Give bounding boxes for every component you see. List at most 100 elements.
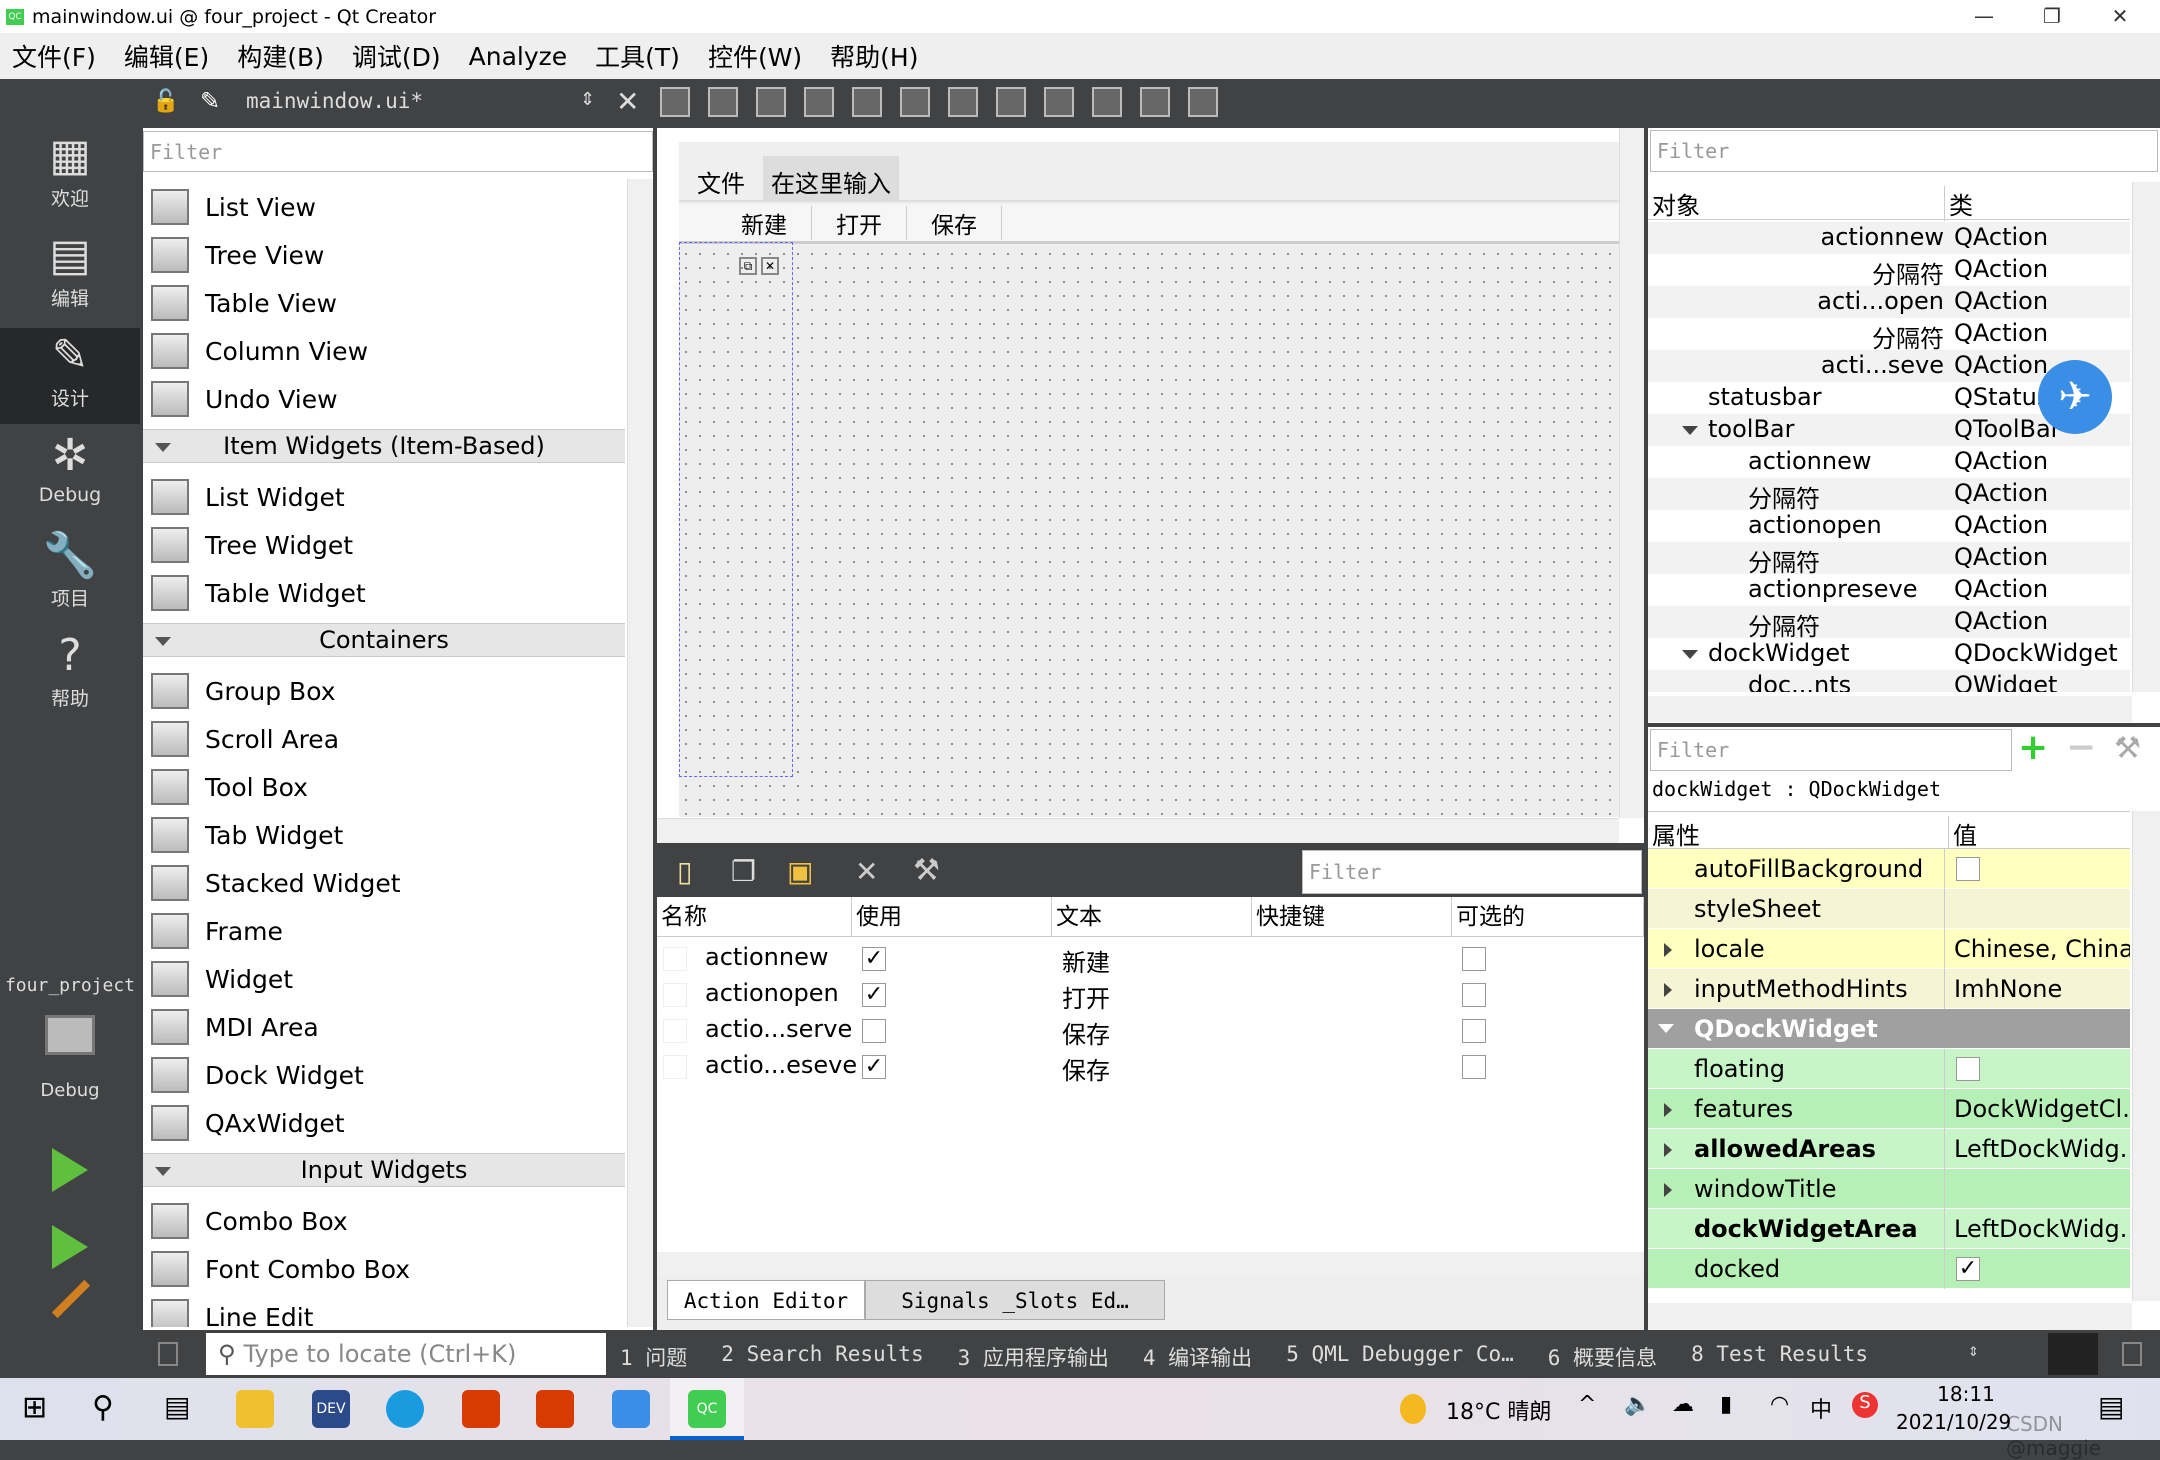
action-row[interactable]: actionnew ✓ 新建 xyxy=(657,941,1644,977)
widget-item[interactable]: Stacked Widget xyxy=(143,859,625,907)
weather-text[interactable]: 18°C 晴朗 xyxy=(1446,1394,1551,1426)
menu-item[interactable]: 控件(W) xyxy=(708,38,802,74)
delete-action-icon[interactable]: ✕ xyxy=(855,855,878,888)
widget-item[interactable]: Table View xyxy=(143,279,625,327)
form-menu-type-here[interactable]: 在这里输入 xyxy=(763,156,899,200)
expand-arrow-icon[interactable] xyxy=(1664,943,1672,957)
toggle-right-sidebar-icon[interactable] xyxy=(2122,1342,2142,1366)
floating-assistant-icon[interactable]: ✈ xyxy=(2038,360,2112,434)
monitor-icon[interactable] xyxy=(45,1015,95,1055)
object-row[interactable]: dockWidget QDockWidget xyxy=(1648,638,2130,670)
output-pane-button[interactable]: 2 Search Results xyxy=(721,1342,923,1372)
mode-wrench[interactable]: 🔧 项目 xyxy=(0,528,140,624)
wifi-icon[interactable]: ◠ xyxy=(1770,1392,1789,1417)
property-row[interactable]: styleSheet xyxy=(1648,889,2130,929)
widget-item[interactable]: List Widget xyxy=(143,473,625,521)
property-row[interactable]: floating xyxy=(1648,1049,2130,1089)
widget-item[interactable]: Combo Box xyxy=(143,1197,625,1245)
property-row[interactable]: locale Chinese, China xyxy=(1648,929,2130,969)
widget-item[interactable]: Frame xyxy=(143,907,625,955)
close-button[interactable]: ✕ xyxy=(2086,0,2154,33)
widget-category[interactable]: Input Widgets xyxy=(143,1153,625,1187)
kit-project-name[interactable]: four_project xyxy=(0,975,140,996)
object-filter-input[interactable]: Filter xyxy=(1650,130,2158,172)
copy-action-icon[interactable]: ❐ xyxy=(731,855,756,888)
form-hscrollbar[interactable] xyxy=(657,818,1619,843)
kit-build-config[interactable]: Debug xyxy=(0,1080,140,1101)
office-icon[interactable] xyxy=(462,1390,500,1428)
output-pane-button[interactable]: 1 问题 xyxy=(620,1342,687,1372)
expand-arrow-icon[interactable] xyxy=(1664,1143,1672,1157)
property-value[interactable]: DockWidgetCl... xyxy=(1954,1095,2130,1123)
edge-icon[interactable] xyxy=(386,1390,424,1428)
qt-creator-taskbar-button[interactable]: QC xyxy=(670,1378,744,1440)
break-layout-icon[interactable] xyxy=(1140,87,1170,117)
action-used-checkbox[interactable]: ✓ xyxy=(862,947,886,971)
column-object[interactable]: 对象 xyxy=(1652,186,1700,221)
widget-category[interactable]: Containers xyxy=(143,623,625,657)
object-row[interactable]: doc...nts QWidget xyxy=(1648,670,2130,692)
office-icon-2[interactable] xyxy=(536,1390,574,1428)
menu-item[interactable]: 工具(T) xyxy=(595,38,680,74)
expand-arrow-icon[interactable] xyxy=(1682,426,1698,435)
property-row[interactable]: inputMethodHints ImhNone xyxy=(1648,969,2130,1009)
tab-action-editor[interactable]: Action Editor xyxy=(667,1280,865,1320)
file-explorer-icon[interactable] xyxy=(236,1390,274,1428)
property-checkbox[interactable] xyxy=(1956,1057,1980,1081)
clock-date[interactable]: 2021/10/29 xyxy=(1896,1410,2011,1434)
adjust-size-icon[interactable] xyxy=(1188,87,1218,117)
property-row[interactable]: features DockWidgetCl... xyxy=(1648,1089,2130,1129)
file-switch-arrows-icon[interactable]: ⇕ xyxy=(580,89,595,110)
action-checkable-checkbox[interactable] xyxy=(1462,1055,1486,1079)
widget-item[interactable]: MDI Area xyxy=(143,1003,625,1051)
property-row[interactable]: QDockWidget xyxy=(1648,1009,2130,1049)
property-value[interactable]: LeftDockWidg... xyxy=(1954,1135,2130,1163)
debug-run-icon[interactable] xyxy=(52,1225,88,1269)
object-vscrollbar[interactable] xyxy=(2132,182,2160,692)
layout-grid-icon[interactable] xyxy=(1092,87,1122,117)
widget-item[interactable]: Font Combo Box xyxy=(143,1245,625,1293)
widget-list-scrollbar[interactable] xyxy=(627,179,653,1327)
search-icon[interactable]: ⚲ xyxy=(92,1390,114,1425)
add-property-icon[interactable]: + xyxy=(2018,727,2048,768)
output-pane-button[interactable]: 4 编译输出 xyxy=(1143,1342,1252,1372)
tab-signals-slots-editor[interactable]: Signals _Slots Ed… xyxy=(865,1280,1165,1320)
edit-buddies-icon[interactable] xyxy=(756,87,786,117)
mode-help[interactable]: ? 帮助 xyxy=(0,628,140,724)
widget-item[interactable]: Table Widget xyxy=(143,569,625,617)
property-filter-input[interactable]: Filter xyxy=(1650,729,2012,771)
property-checkbox[interactable] xyxy=(1956,857,1980,881)
action-used-checkbox[interactable]: ✓ xyxy=(862,1055,886,1079)
property-hscrollbar[interactable] xyxy=(1648,1303,2132,1330)
mode-document[interactable]: ▤ 编辑 xyxy=(0,228,140,324)
column-header[interactable]: 名称 xyxy=(657,897,852,937)
mode-grid[interactable]: ▦ 欢迎 xyxy=(0,128,140,224)
action-checkable-checkbox[interactable] xyxy=(1462,983,1486,1007)
object-row[interactable]: actionopen QAction xyxy=(1648,510,2130,542)
property-vscrollbar[interactable] xyxy=(2132,811,2160,1301)
locator-input[interactable]: ⚲ Type to locate (Ctrl+K) xyxy=(206,1333,606,1375)
menu-item[interactable]: 编辑(E) xyxy=(124,38,209,74)
expand-arrow-icon[interactable] xyxy=(1682,650,1698,659)
mode-bug[interactable]: ✲ Debug xyxy=(0,428,140,524)
widget-item[interactable]: Undo View xyxy=(143,375,625,423)
battery-icon[interactable]: ▮ xyxy=(1720,1392,1732,1417)
menu-item[interactable]: 文件(F) xyxy=(12,38,96,74)
layout-horizontal-icon[interactable] xyxy=(852,87,882,117)
column-class[interactable]: 类 xyxy=(1944,186,1973,221)
widget-item[interactable]: Tree Widget xyxy=(143,521,625,569)
expand-arrow-icon[interactable] xyxy=(1664,1183,1672,1197)
output-pane-button[interactable]: 6 概要信息 xyxy=(1548,1342,1657,1372)
output-pane-button[interactable]: 8 Test Results xyxy=(1691,1342,1868,1372)
widget-item[interactable]: Column View xyxy=(143,327,625,375)
widget-filter-input[interactable]: Filter xyxy=(143,131,653,172)
new-action-icon[interactable]: ▯ xyxy=(677,855,692,888)
property-value[interactable]: ImhNone xyxy=(1954,975,2130,1003)
run-icon[interactable] xyxy=(52,1148,88,1192)
configure-icon[interactable]: ⚒ xyxy=(913,853,940,888)
column-header[interactable]: 快捷键 xyxy=(1252,897,1452,937)
widget-item[interactable]: Widget xyxy=(143,955,625,1003)
edit-signals-icon[interactable] xyxy=(708,87,738,117)
remove-property-icon[interactable]: − xyxy=(2066,727,2096,768)
widget-item[interactable]: Tool Box xyxy=(143,763,625,811)
